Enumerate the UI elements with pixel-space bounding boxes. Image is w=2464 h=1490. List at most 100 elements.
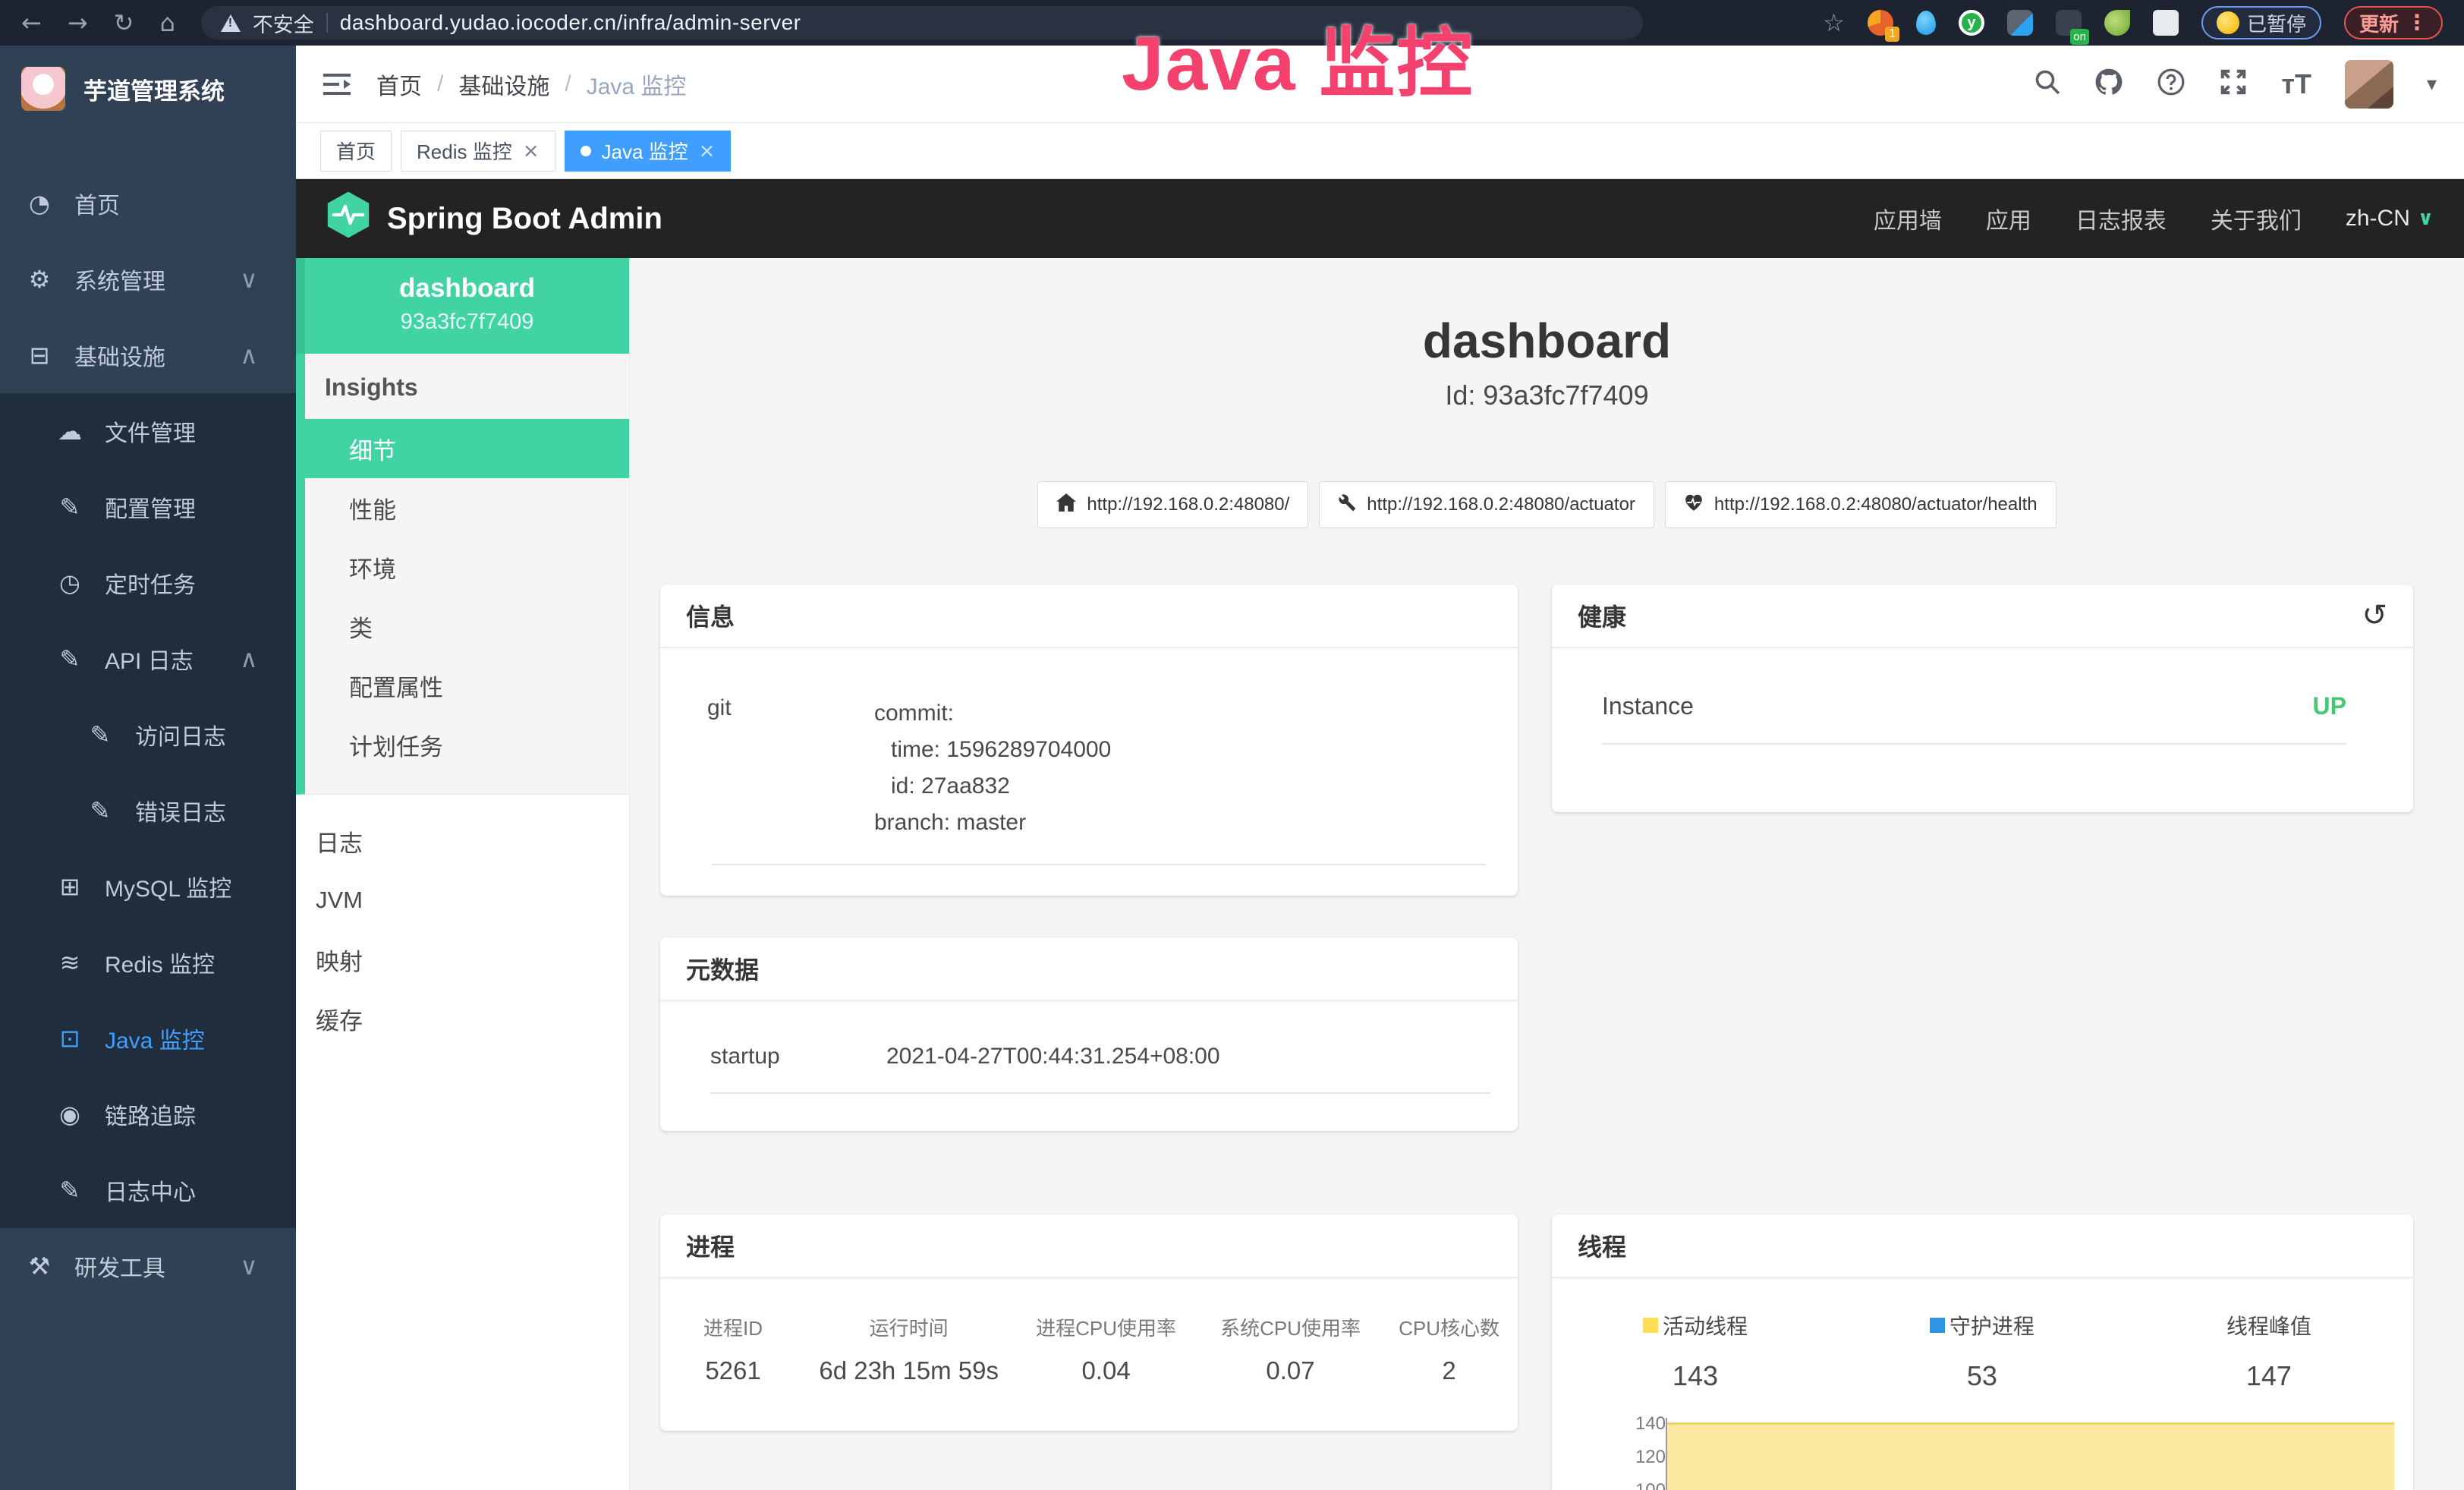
tab-redis-monitor[interactable]: Redis 监控 × [401, 131, 555, 172]
fullscreen-icon[interactable] [2219, 68, 2248, 100]
threads-card-title: 线程 [1552, 1214, 2413, 1278]
git-commit-details: commit: time: 1596289704000 id: 27aa832 … [874, 695, 1111, 841]
sba-menu-metrics[interactable]: 性能 [305, 478, 629, 537]
breadcrumb-separator: / [565, 71, 571, 97]
sba-nav-journal[interactable]: 日志报表 [2075, 202, 2167, 235]
breadcrumb-current: Java 监控 [587, 68, 687, 101]
sba-menu-classes[interactable]: 类 [305, 597, 629, 656]
update-button[interactable]: 更新 ⋮ [2344, 6, 2443, 39]
cpu-cores-col: CPU核心数 2 [1380, 1313, 1518, 1385]
app-sidebar: 芋道管理系统 ◔ 首页 ⚙ 系统管理 ∨ ⊟ 基础设施 ∧ ☁ 文件管理 ✎ 配… [0, 46, 296, 1490]
bookmark-star-icon[interactable]: ☆ [1823, 11, 1845, 35]
extension-on-icon[interactable]: on [2056, 10, 2082, 36]
sidebar-item-home[interactable]: ◔ 首页 [0, 165, 296, 241]
sba-menu-mappings[interactable]: 映射 [296, 930, 629, 989]
main-content: dashboard Id: 93a3fc7f7409 http://192.16… [630, 258, 2464, 1490]
history-icon[interactable]: ↺ [2362, 600, 2387, 631]
sba-menu-environment[interactable]: 环境 [305, 537, 629, 597]
help-icon[interactable] [2157, 68, 2186, 100]
sba-menu-details[interactable]: 细节 [296, 419, 629, 478]
sidebar-item-api-logs[interactable]: ✎ API 日志 ∧ [0, 621, 296, 697]
metadata-card: 元数据 startup 2021-04-27T00:44:31.254+08:0… [660, 937, 1518, 1131]
sidebar-item-java-monitor[interactable]: ⊡ Java 监控 [0, 1000, 296, 1076]
home-icon[interactable]: ⌂ [159, 11, 175, 35]
chevron-down-icon: ∨ [234, 1254, 264, 1278]
chevron-up-icon: ∧ [234, 343, 264, 367]
tools-icon: ⚒ [24, 1254, 55, 1278]
edit-icon: ✎ [85, 723, 115, 747]
github-icon[interactable] [2094, 68, 2123, 100]
sidebar-item-access-logs[interactable]: ✎ 访问日志 [0, 697, 296, 773]
sidebar-item-tracing[interactable]: ◉ 链路追踪 [0, 1076, 296, 1152]
reload-icon[interactable]: ↻ [114, 11, 134, 35]
sba-brand[interactable]: Spring Boot Admin [326, 191, 662, 247]
tabs-bar: 首页 Redis 监控 × Java 监控 × [296, 123, 2464, 179]
actuator-url-button[interactable]: http://192.168.0.2:48080/actuator [1319, 481, 1654, 528]
service-url-button[interactable]: http://192.168.0.2:48080/ [1037, 481, 1308, 528]
extension-green-y-icon[interactable]: y [1959, 10, 1984, 36]
health-instance-label: Instance [1602, 692, 1694, 720]
tab-home[interactable]: 首页 [320, 131, 392, 172]
close-icon[interactable]: × [699, 141, 716, 161]
sba-menu-caches[interactable]: 缓存 [296, 989, 629, 1048]
sba-menu-jvm[interactable]: JVM [296, 871, 629, 930]
metadata-card-title: 元数据 [660, 937, 1518, 1001]
url-text[interactable]: dashboard.yudao.iocoder.cn/infra/admin-s… [340, 11, 801, 35]
user-avatar[interactable] [2345, 60, 2393, 109]
process-cpu-col: 进程CPU使用率 0.04 [1012, 1313, 1201, 1385]
back-icon[interactable]: ← [21, 11, 42, 35]
health-url-button[interactable]: http://192.168.0.2:48080/actuator/health [1665, 481, 2056, 528]
extension-drop-icon[interactable] [1916, 11, 1936, 35]
tab-java-monitor[interactable]: Java 监控 × [565, 131, 732, 172]
insights-section: Insights 细节 性能 环境 类 配置属性 计划任务 [296, 354, 629, 795]
sba-nav-wallboard[interactable]: 应用墙 [1874, 202, 1942, 235]
caret-down-icon[interactable]: ▾ [2427, 74, 2437, 94]
sidebar-item-infrastructure[interactable]: ⊟ 基础设施 ∧ [0, 317, 296, 393]
app-title: 芋道管理系统 [83, 72, 225, 106]
sba-nav-about[interactable]: 关于我们 [2211, 202, 2302, 235]
breadcrumb-infrastructure[interactable]: 基础设施 [458, 68, 549, 101]
locale-selector[interactable]: zh-CN ∨ [2346, 206, 2434, 232]
extension-grid-icon[interactable] [2007, 10, 2033, 36]
table-icon: ⊞ [55, 874, 85, 899]
sba-nav-applications[interactable]: 应用 [1986, 202, 2031, 235]
breadcrumb-home[interactable]: 首页 [376, 68, 422, 101]
sidebar-item-error-logs[interactable]: ✎ 错误日志 [0, 773, 296, 849]
browser-menu-icon[interactable]: ⋮ [2406, 12, 2428, 33]
sba-menu-logs[interactable]: 日志 [296, 811, 629, 871]
sidebar-item-file-management[interactable]: ☁ 文件管理 [0, 393, 296, 469]
sidebar-item-log-center[interactable]: ✎ 日志中心 [0, 1152, 296, 1228]
metadata-startup-value: 2021-04-27T00:44:31.254+08:00 [886, 1044, 1220, 1069]
metadata-key-startup: startup [710, 1044, 886, 1069]
hamburger-icon[interactable] [323, 73, 351, 96]
search-icon[interactable] [2034, 68, 2061, 99]
extension-orange-icon[interactable]: 1 [1868, 10, 1893, 36]
y-tick-120: 120 [1616, 1447, 1666, 1468]
app-logo[interactable]: 芋道管理系统 [0, 46, 296, 118]
info-card: 信息 git commit: time: 1596289704000 id: 2… [660, 584, 1518, 896]
instance-name: dashboard [305, 273, 629, 304]
close-icon[interactable]: × [523, 141, 540, 161]
sidebar-item-dev-tools[interactable]: ⚒ 研发工具 ∨ [0, 1228, 296, 1304]
paused-badge[interactable]: 已暂停 [2201, 6, 2321, 39]
extension-leaf-icon[interactable] [2104, 10, 2130, 36]
extension-puzzle-icon[interactable] [2153, 10, 2179, 36]
yellow-legend-icon [1643, 1318, 1658, 1333]
font-size-icon[interactable]: ᴛT [2281, 68, 2311, 100]
sidebar-item-redis-monitor[interactable]: ≋ Redis 监控 [0, 925, 296, 1000]
sidebar-item-scheduled-tasks[interactable]: ◷ 定时任务 [0, 545, 296, 621]
sidebar-item-system[interactable]: ⚙ 系统管理 ∨ [0, 241, 296, 317]
instance-header[interactable]: dashboard 93a3fc7f7409 [296, 258, 629, 354]
surprised-emoji-icon [2217, 11, 2239, 34]
heartbeat-icon [1684, 493, 1704, 517]
chevron-up-icon: ∧ [234, 647, 264, 671]
sba-menu-config-props[interactable]: 配置属性 [305, 656, 629, 715]
sba-sidebar: dashboard 93a3fc7f7409 Insights 细节 性能 环境… [296, 258, 630, 1490]
forward-icon[interactable]: → [68, 11, 88, 35]
sba-menu-scheduled-tasks[interactable]: 计划任务 [305, 715, 629, 774]
sidebar-item-mysql-monitor[interactable]: ⊞ MySQL 监控 [0, 849, 296, 925]
process-uptime-col: 运行时间 6d 23h 15m 59s [806, 1313, 1012, 1385]
live-threads-stat: 活动线程 143 [1552, 1310, 1839, 1392]
health-status-badge: UP [2313, 692, 2346, 720]
sidebar-item-config-management[interactable]: ✎ 配置管理 [0, 469, 296, 545]
